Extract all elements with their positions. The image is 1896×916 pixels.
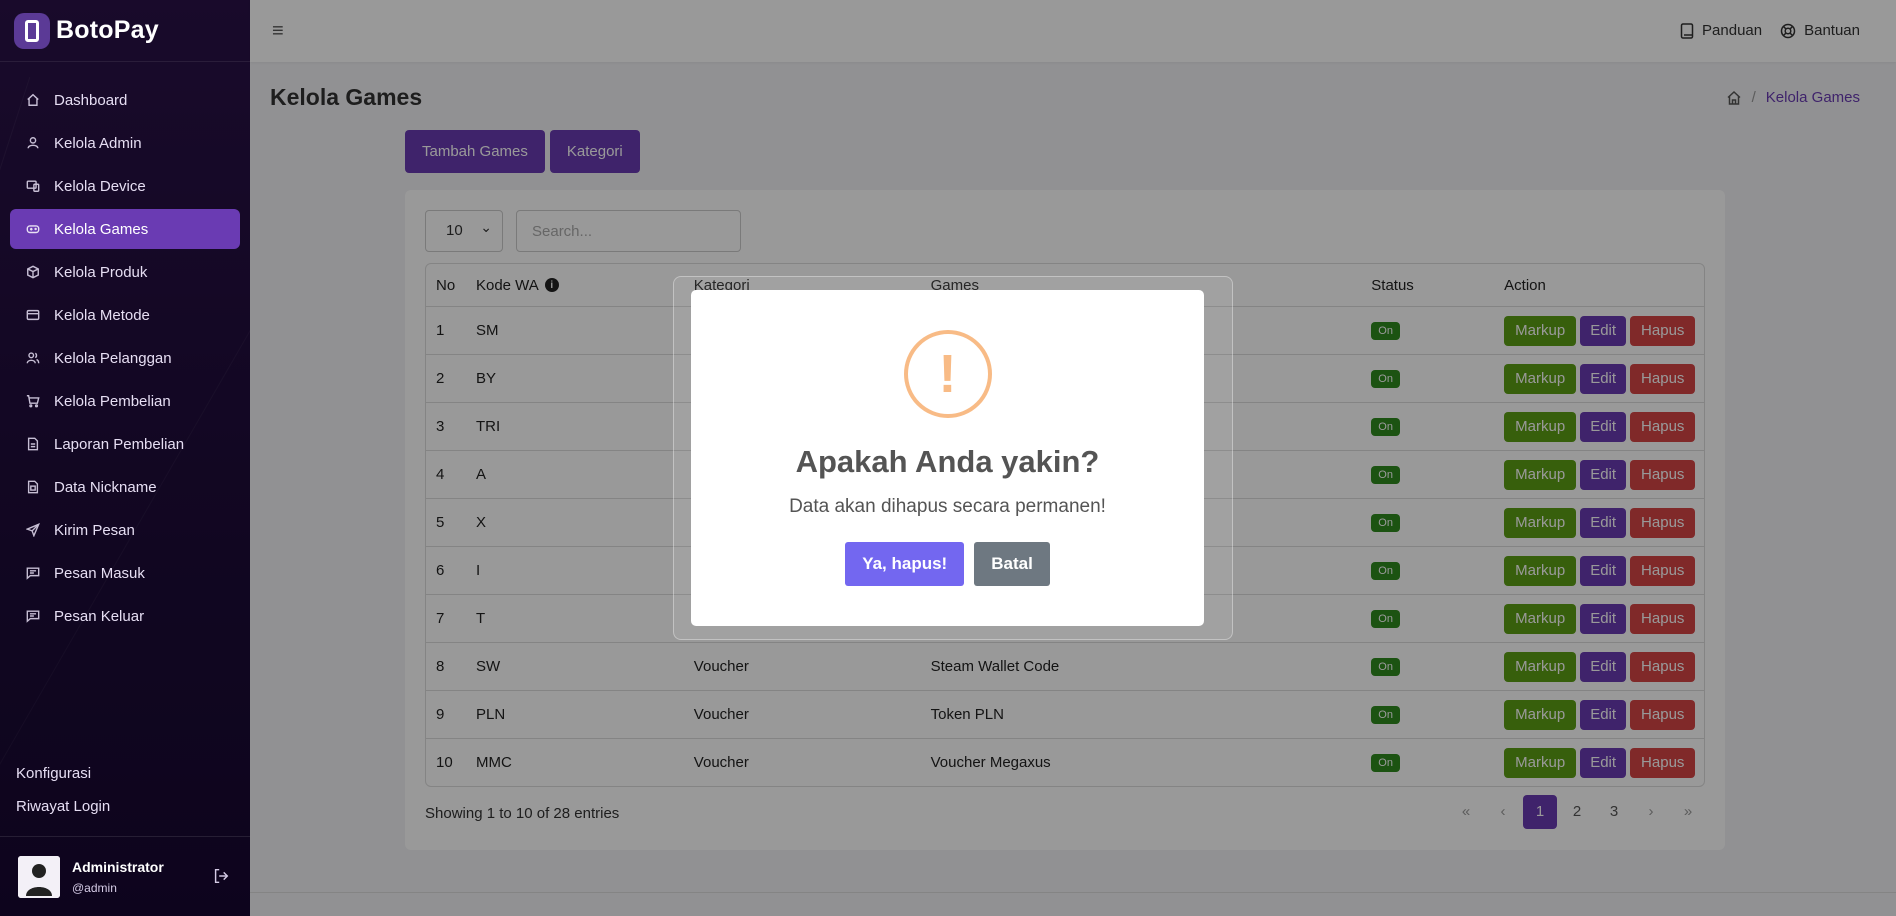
confirm-dialog: ! Apakah Anda yakin? Data akan dihapus s… bbox=[691, 290, 1204, 626]
sidebar-item-data-nickname[interactable]: Data Nickname bbox=[10, 467, 240, 507]
message-icon bbox=[26, 566, 40, 580]
id-card-icon bbox=[26, 480, 40, 494]
sidebar-item-label: Kelola Device bbox=[54, 177, 146, 195]
sidebar-item-dashboard[interactable]: Dashboard bbox=[10, 80, 240, 120]
sidebar-item-label: Pesan Masuk bbox=[54, 564, 145, 582]
sidebar-item-label: Kelola Games bbox=[54, 220, 149, 238]
sidebar-item-kelola-device[interactable]: Kelola Device bbox=[10, 166, 240, 206]
sidebar-item-kelola-pelanggan[interactable]: Kelola Pelanggan bbox=[10, 338, 240, 378]
sidebar-item-kelola-pembelian[interactable]: Kelola Pembelian bbox=[10, 381, 240, 421]
device-icon bbox=[26, 179, 40, 193]
brand[interactable]: BotoPay bbox=[0, 0, 250, 62]
user-handle: @admin bbox=[72, 880, 117, 895]
sidebar-item-laporan-pembelian[interactable]: Laporan Pembelian bbox=[10, 424, 240, 464]
sidebar-item-label: Data Nickname bbox=[54, 478, 157, 496]
sidebar-link-riwayat-login[interactable]: Riwayat Login bbox=[16, 797, 110, 830]
sidebar-item-label: Kirim Pesan bbox=[54, 521, 135, 539]
user-name: Administrator bbox=[72, 858, 164, 875]
dialog-title: Apakah Anda yakin? bbox=[795, 444, 1100, 479]
credit-card-icon bbox=[26, 308, 40, 322]
users-icon bbox=[26, 351, 40, 365]
sidebar-item-pesan-masuk[interactable]: Pesan Masuk bbox=[10, 553, 240, 593]
message-out-icon bbox=[26, 609, 40, 623]
cart-icon bbox=[26, 394, 40, 408]
brand-name: BotoPay bbox=[56, 16, 159, 44]
sidebar-item-label: Kelola Produk bbox=[54, 263, 148, 281]
logout-icon[interactable] bbox=[212, 867, 230, 885]
sidebar-item-label: Kelola Metode bbox=[54, 306, 150, 324]
sidebar-item-kelola-metode[interactable]: Kelola Metode bbox=[10, 295, 240, 335]
sidebar-link-konfigurasi[interactable]: Konfigurasi bbox=[16, 764, 110, 797]
user-icon bbox=[26, 136, 40, 150]
sidebar-item-kelola-admin[interactable]: Kelola Admin bbox=[10, 123, 240, 163]
box-icon bbox=[26, 265, 40, 279]
send-icon bbox=[26, 523, 40, 537]
dialog-text: Data akan dihapus secara permanen! bbox=[789, 496, 1106, 517]
avatar bbox=[18, 855, 60, 898]
sidebar-item-pesan-keluar[interactable]: Pesan Keluar bbox=[10, 596, 240, 636]
brand-logo-icon bbox=[14, 12, 50, 49]
confirm-delete-button[interactable]: Ya, hapus! bbox=[845, 542, 965, 586]
sidebar-item-label: Kelola Pelanggan bbox=[54, 349, 172, 367]
sidebar-item-kelola-games[interactable]: Kelola Games bbox=[10, 209, 240, 249]
gamepad-icon bbox=[26, 222, 40, 236]
sidebar-menu: Dashboard Kelola Admin Kelola Device Kelola… bbox=[0, 62, 250, 636]
sidebar-item-label: Dashboard bbox=[54, 91, 128, 109]
sidebar-item-label: Kelola Admin bbox=[54, 134, 142, 152]
sidebar-item-kelola-produk[interactable]: Kelola Produk bbox=[10, 252, 240, 292]
sidebar-item-label: Pesan Keluar bbox=[54, 607, 145, 625]
sidebar-item-label: Kelola Pembelian bbox=[54, 392, 171, 410]
user-avatar-icon bbox=[18, 855, 60, 898]
config-links: Konfigurasi Riwayat Login bbox=[16, 764, 110, 830]
cancel-button[interactable]: Batal bbox=[974, 542, 1050, 586]
warning-icon: ! bbox=[903, 330, 992, 418]
file-icon bbox=[26, 437, 40, 451]
home-icon bbox=[26, 93, 40, 107]
sidebar-item-label: Laporan Pembelian bbox=[54, 435, 185, 453]
user-box: Administrator @admin bbox=[0, 836, 250, 916]
sidebar-item-kirim-pesan[interactable]: Kirim Pesan bbox=[10, 510, 240, 550]
